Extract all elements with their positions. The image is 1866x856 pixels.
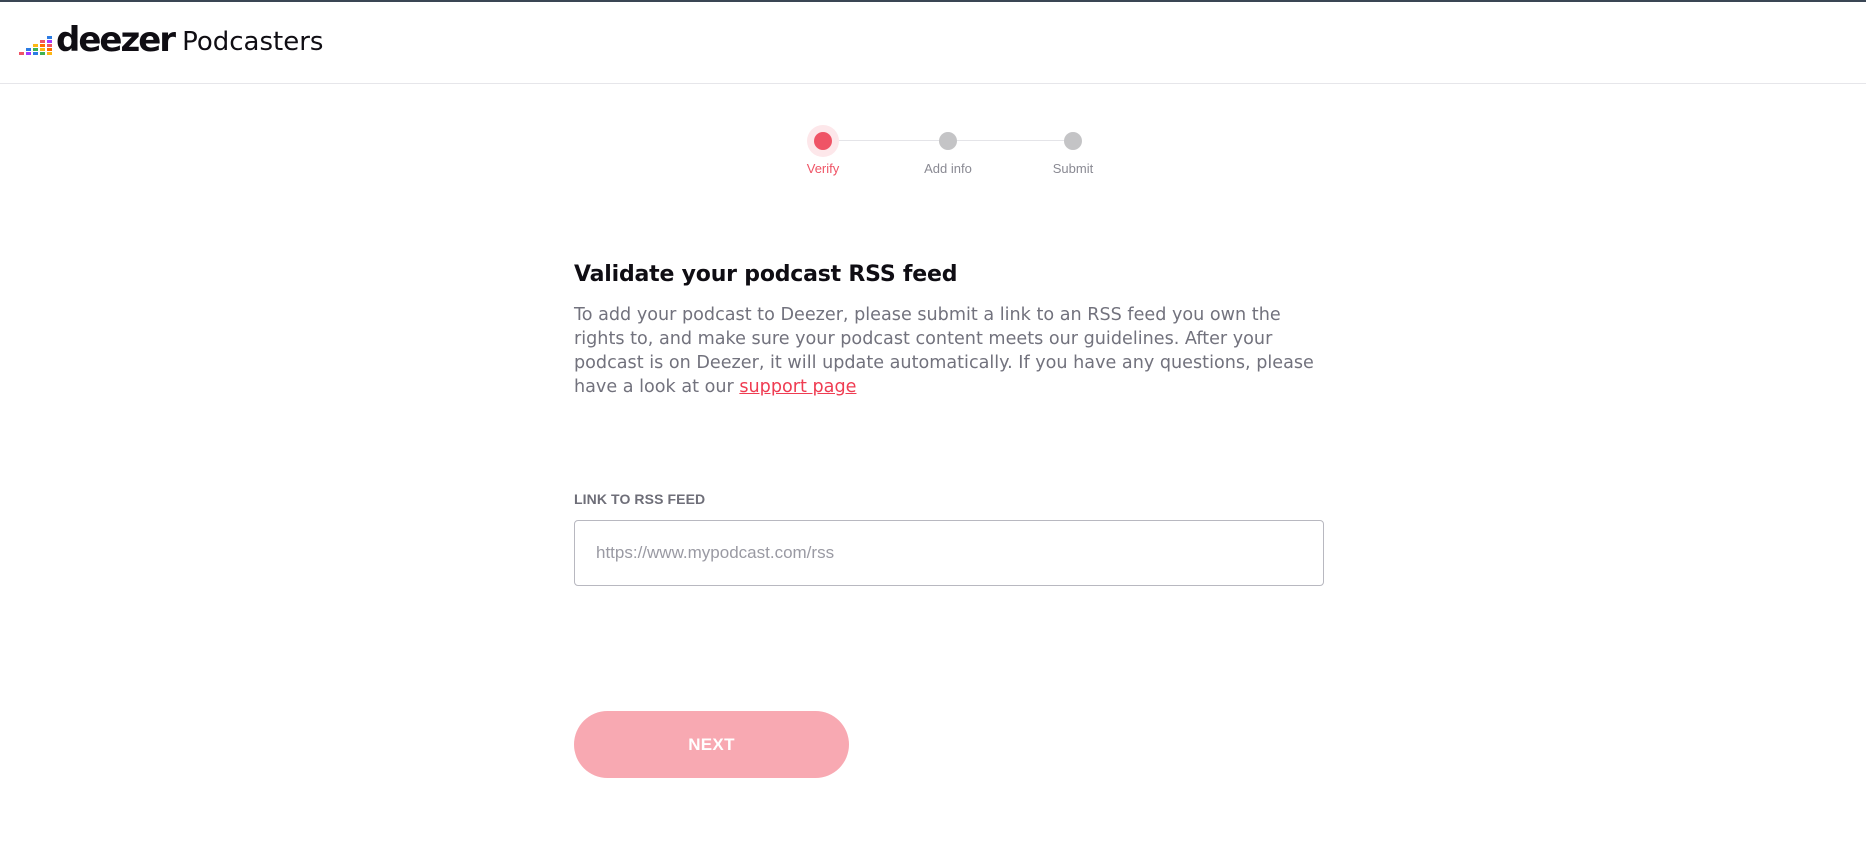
logo-bar: [40, 52, 45, 55]
logo-bar: [40, 44, 45, 47]
logo-bar: [47, 36, 52, 39]
logo-bar: [33, 48, 38, 51]
step-verify: Verify: [783, 125, 863, 176]
step-dot: [814, 132, 832, 150]
logo-bar-column: [33, 44, 38, 55]
logo-bar: [47, 44, 52, 47]
page-title: Validate your podcast RSS feed: [574, 262, 958, 287]
logo-bar: [26, 52, 31, 55]
next-button[interactable]: NEXT: [574, 711, 849, 778]
logo-bar: [40, 48, 45, 51]
deezer-podcasters-logo[interactable]: deezer Podcasters: [19, 22, 323, 58]
logo-bar-column: [47, 36, 52, 55]
step-submit: Submit: [1033, 125, 1113, 176]
logo-bar: [47, 52, 52, 55]
logo-bar: [33, 52, 38, 55]
step-dot-wrap: [807, 125, 839, 157]
step-dot: [1064, 132, 1082, 150]
logo-bar: [47, 40, 52, 43]
step-label: Add info: [924, 161, 972, 176]
logo-bar-column: [19, 52, 24, 55]
intro-paragraph: To add your podcast to Deezer, please su…: [574, 303, 1314, 399]
site-header: deezer Podcasters: [0, 2, 1866, 84]
step-label: Submit: [1052, 161, 1094, 176]
logo-bar: [40, 40, 45, 43]
progress-stepper: Verify Add info Submit: [800, 125, 1100, 185]
logo-bar-column: [26, 48, 31, 55]
step-add-info: Add info: [908, 125, 988, 176]
step-dot-wrap: [932, 125, 964, 157]
intro-text: To add your podcast to Deezer, please su…: [574, 305, 1314, 397]
logo-suffix: Podcasters: [182, 27, 324, 57]
step-label: Verify: [806, 161, 840, 176]
deezer-equalizer-icon: [19, 25, 52, 55]
verify-form: Validate your podcast RSS feed To add yo…: [574, 262, 1324, 778]
logo-wordmark: deezer: [56, 20, 176, 60]
logo-bar: [26, 48, 31, 51]
logo-bar: [33, 44, 38, 47]
logo-bar: [19, 52, 24, 55]
rss-feed-input[interactable]: [574, 520, 1324, 586]
step-dot-wrap: [1057, 125, 1089, 157]
logo-bar: [47, 48, 52, 51]
rss-field-label: LINK TO RSS FEED: [574, 491, 706, 507]
logo-bar-column: [40, 40, 45, 55]
step-dot: [939, 132, 957, 150]
support-page-link[interactable]: support page: [739, 377, 856, 397]
